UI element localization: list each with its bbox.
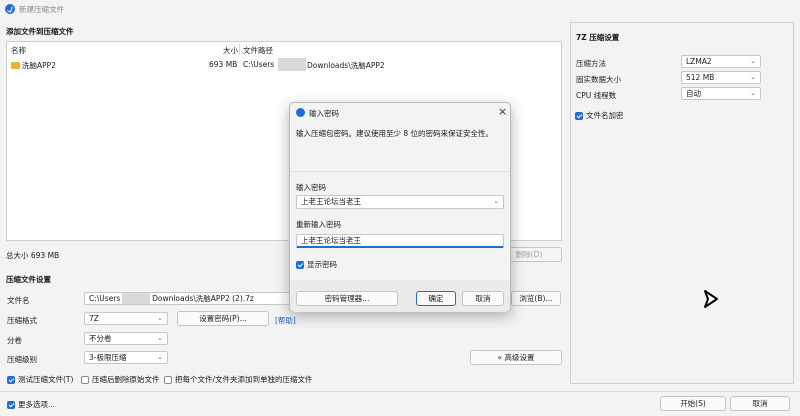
dict-select[interactable]: 512 MB ⌄ xyxy=(681,71,761,84)
method-select[interactable]: LZMA2 ⌄ xyxy=(681,55,761,68)
col-name[interactable]: 名称 xyxy=(11,45,26,56)
show-password-checkbox[interactable]: 显示密码 xyxy=(296,259,337,270)
file-name-cell: 洗脑APP2 xyxy=(11,60,56,71)
help-link[interactable]: [帮助] xyxy=(275,315,296,326)
dialog-description: 输入压缩包密码。建议使用至少 8 位的密码来保证安全性。 xyxy=(296,129,494,138)
confirm-password-label: 重新输入密码 xyxy=(296,220,341,229)
test-archive-checkbox[interactable]: 测试压缩文件(T) xyxy=(7,374,73,385)
password-dialog: 输入密码 × 输入压缩包密码。建议使用至少 8 位的密码来保证安全性。 输入密码… xyxy=(289,102,511,312)
dialog-title: 输入密码 xyxy=(309,109,339,118)
files-section-title: 添加文件到压缩文件 xyxy=(6,27,74,36)
format-select[interactable]: 7Z ⌄ xyxy=(84,312,168,325)
chevron-down-icon: ⌄ xyxy=(750,89,756,97)
checkbox-empty-icon xyxy=(164,375,172,384)
file-path-suffix: Downloads\洗脑APP2 xyxy=(307,61,385,70)
separate-archives-checkbox[interactable]: 把每个文件/文件夹添加到单独的压缩文件 xyxy=(164,374,313,385)
col-path[interactable]: 文件路径 xyxy=(243,45,273,56)
redacted-area xyxy=(121,293,150,304)
folder-icon xyxy=(11,62,20,69)
footer-divider xyxy=(0,391,800,392)
dict-label: 固实数据大小 xyxy=(576,75,621,84)
chevron-down-icon: ⌄ xyxy=(157,353,163,361)
confirm-password-input[interactable]: 上老王论坛当老王 xyxy=(296,234,504,248)
app-icon xyxy=(5,4,15,14)
settings-7z-panel: 7Z 压缩设置 压缩方法 LZMA2 ⌄ 固实数据大小 512 MB ⌄ CPU 线… xyxy=(570,22,794,384)
archive-section-title: 压缩文件设置 xyxy=(6,275,51,284)
col-divider xyxy=(239,44,240,54)
start-button[interactable]: 开始(S) xyxy=(660,396,726,411)
file-size-cell: 693 MB xyxy=(209,60,238,69)
threads-label: CPU 线程数 xyxy=(576,91,617,100)
ok-button[interactable]: 确定 xyxy=(416,291,456,306)
delete-source-checkbox[interactable]: 压缩后删除原始文件 xyxy=(81,374,160,385)
mouse-cursor-icon xyxy=(704,290,718,308)
dialog-app-icon xyxy=(296,108,305,117)
filename-label: 文件名 xyxy=(7,296,30,305)
table-row[interactable]: 洗脑APP2 693 MB C:\Users Downloads\洗脑APP2 xyxy=(7,58,561,71)
chevron-down-icon: ⌄ xyxy=(157,314,163,322)
encrypt-names-checkbox[interactable]: 文件名加密 xyxy=(575,110,624,121)
checkbox-checked-icon xyxy=(7,375,15,384)
browse-button[interactable]: 浏览(B)... xyxy=(511,291,561,306)
format-label: 压缩格式 xyxy=(7,316,37,325)
close-icon[interactable]: × xyxy=(498,105,507,118)
file-path-prefix: C:\Users xyxy=(243,60,275,69)
compress-window: 新建压缩文件 添加文件到压缩文件 名称 大小 文件路径 洗脑APP2 693 M… xyxy=(0,0,800,416)
split-select[interactable]: 不分卷 ⌄ xyxy=(84,332,168,345)
redacted-area xyxy=(278,58,306,71)
password-label: 输入密码 xyxy=(296,183,326,192)
threads-select[interactable]: 自动 ⌄ xyxy=(681,87,761,100)
dialog-divider xyxy=(290,171,510,172)
checkbox-checked-icon xyxy=(296,260,304,269)
password-combo[interactable]: 上老王论坛当老王 ⌄ xyxy=(296,195,504,209)
more-options-checkbox[interactable]: 更多选项... xyxy=(7,399,55,410)
cancel-button[interactable]: 取消 xyxy=(730,396,790,411)
chevron-down-icon: ⌄ xyxy=(493,197,499,205)
checkbox-checked-icon xyxy=(7,400,15,409)
chevron-down-icon: ⌄ xyxy=(157,334,163,342)
set-password-button[interactable]: 设置密码(P)... xyxy=(177,311,269,326)
checkbox-empty-icon xyxy=(81,375,89,384)
level-label: 压缩级别 xyxy=(7,355,37,364)
total-size: 总大小 693 MB xyxy=(6,251,60,260)
checkbox-checked-icon xyxy=(575,111,583,120)
chevron-down-icon: ⌄ xyxy=(750,73,756,81)
dialog-cancel-button[interactable]: 取消 xyxy=(462,291,504,306)
settings-7z-title: 7Z 压缩设置 xyxy=(576,33,620,42)
title-bar: 新建压缩文件 xyxy=(0,0,800,18)
password-manager-button[interactable]: 密码管理器... xyxy=(296,291,398,306)
advanced-settings-button[interactable]: « 高级设置 xyxy=(470,350,562,365)
col-size[interactable]: 大小 xyxy=(223,45,238,56)
level-select[interactable]: 3-极限压缩 ⌄ xyxy=(84,351,168,364)
window-title: 新建压缩文件 xyxy=(19,5,64,14)
chevron-down-icon: ⌄ xyxy=(750,57,756,65)
method-label: 压缩方法 xyxy=(576,59,606,68)
split-label: 分卷 xyxy=(7,336,22,345)
